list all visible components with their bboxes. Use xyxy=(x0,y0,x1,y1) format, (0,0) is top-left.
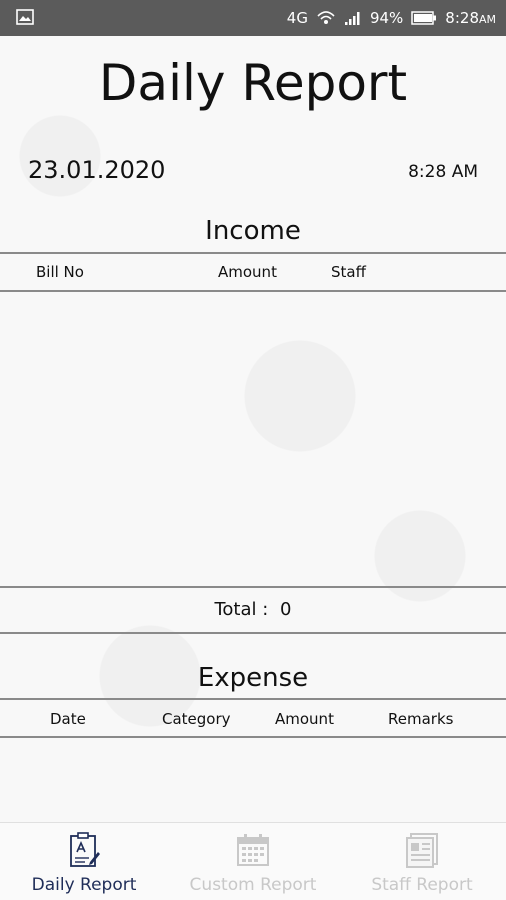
income-col-staff: Staff xyxy=(331,263,366,281)
divider xyxy=(0,632,506,634)
report-content: Daily Report 23.01.2020 8:28 AM Income B… xyxy=(0,36,506,822)
divider xyxy=(0,290,506,292)
total-label: Total : xyxy=(214,599,269,620)
divider xyxy=(0,586,506,588)
divider xyxy=(0,252,506,254)
expense-col-amount: Amount xyxy=(275,710,334,728)
battery-percent: 94% xyxy=(369,9,404,27)
report-date: 23.01.2020 xyxy=(28,156,166,184)
nav-label: Staff Report xyxy=(371,875,473,895)
network-type: 4G xyxy=(286,9,308,27)
income-title: Income xyxy=(205,216,301,246)
nav-label: Custom Report xyxy=(189,875,317,895)
wifi-calling-icon xyxy=(316,9,336,27)
income-col-bill-no: Bill No xyxy=(36,263,84,281)
status-bar: 4G 94% 8:28AM xyxy=(0,0,506,36)
daily-report-icon xyxy=(68,831,100,869)
page-title: Daily Report xyxy=(98,54,408,112)
nav-staff-report[interactable]: Staff Report xyxy=(338,823,506,900)
bottom-nav: Daily Report Custom Report Staff Report xyxy=(0,822,506,900)
image-notification-icon xyxy=(16,9,34,29)
signal-icon xyxy=(344,10,362,26)
expense-title: Expense xyxy=(197,663,309,693)
battery-icon xyxy=(411,11,437,25)
nav-custom-report[interactable]: Custom Report xyxy=(169,823,337,900)
divider xyxy=(0,698,506,700)
status-time: 8:28 xyxy=(445,9,479,27)
nav-label: Daily Report xyxy=(31,875,137,895)
income-col-amount: Amount xyxy=(218,263,277,281)
staff-report-icon xyxy=(405,831,439,869)
total-value: 0 xyxy=(280,599,292,620)
report-time: 8:28 AM xyxy=(408,162,478,182)
status-ampm: AM xyxy=(478,13,496,26)
nav-daily-report[interactable]: Daily Report xyxy=(0,823,168,900)
expense-col-category: Category xyxy=(162,710,231,728)
income-total: Total : 0 xyxy=(0,599,506,620)
divider xyxy=(0,736,506,738)
calendar-icon xyxy=(236,831,270,869)
expense-col-date: Date xyxy=(50,710,86,728)
expense-col-remarks: Remarks xyxy=(388,710,454,728)
